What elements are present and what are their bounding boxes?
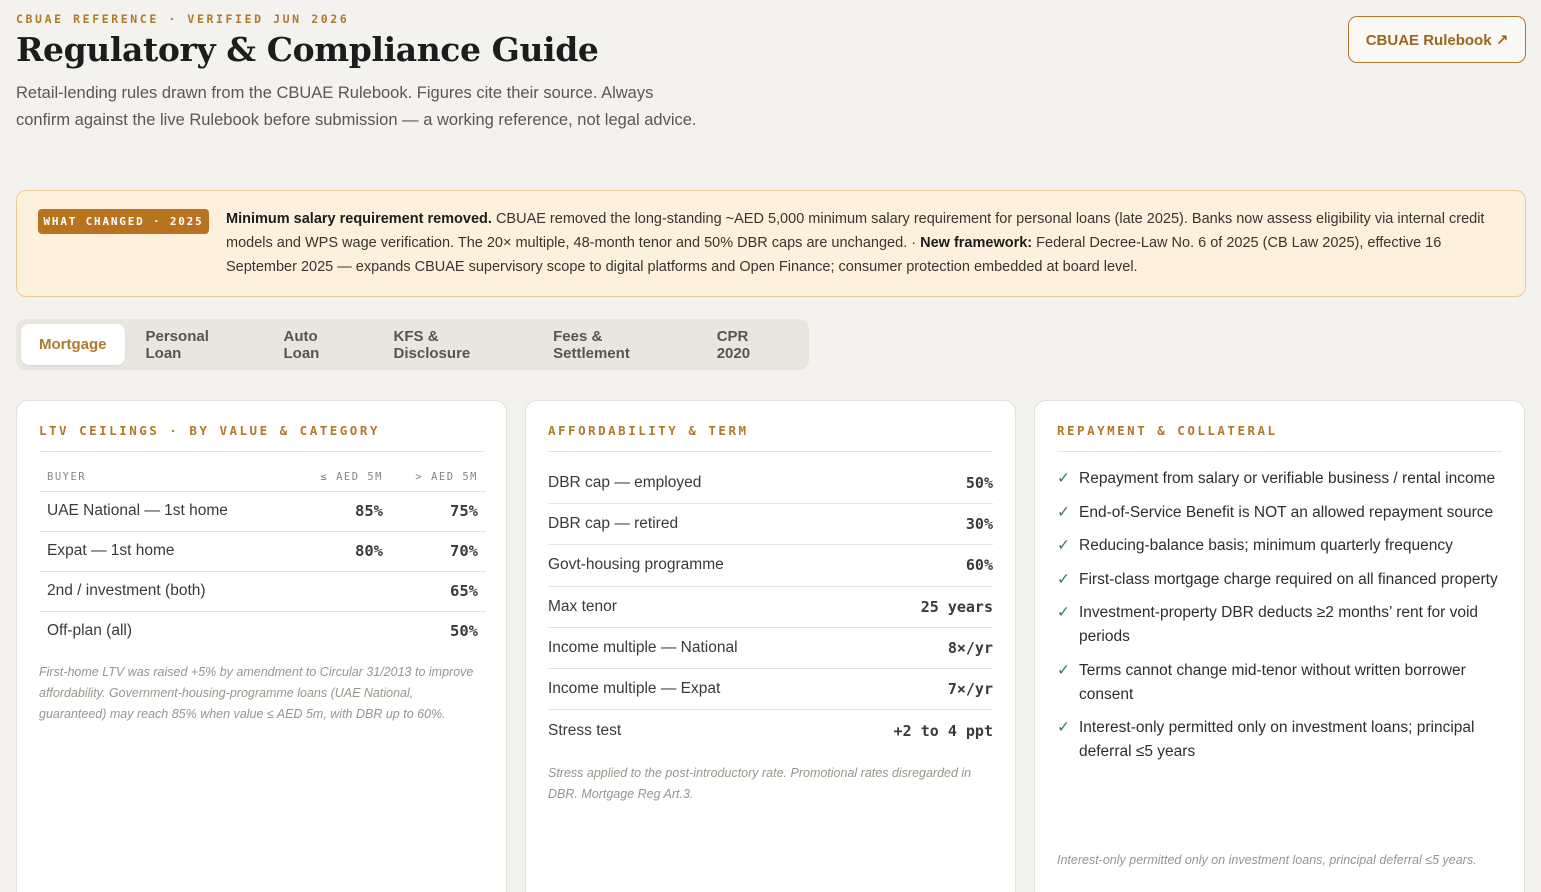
- item-value: 30%: [965, 515, 993, 534]
- banner-lead-framework: New framework:: [920, 235, 1033, 251]
- section-tabs: Mortgage Personal Loan Auto Loan KFS & D…: [16, 319, 809, 370]
- buyer-cell: Off-plan (all): [47, 622, 132, 640]
- item-label: DBR cap — employed: [548, 474, 702, 492]
- ltv-note: First-home LTV was raised +5% by amendme…: [39, 665, 474, 721]
- list-item: DBR cap — retired 30%: [548, 504, 993, 546]
- item-text: Investment-property DBR deducts ≥2 month…: [1079, 604, 1479, 645]
- page-subtitle: Retail-lending rules drawn from the CBUA…: [16, 84, 697, 129]
- list-item: DBR cap — employed 50%: [548, 463, 993, 505]
- item-label: DBR cap — retired: [548, 515, 679, 533]
- tab-cpr-2020[interactable]: CPR 2020: [699, 324, 801, 365]
- list-item: ✓ Repayment from salary or verifiable bu…: [1057, 467, 1502, 491]
- ltv-table: BUYER ≤ AED 5M > AED 5M UAE National — 1…: [39, 463, 486, 651]
- item-value: +2 to 4 ppt: [893, 721, 993, 740]
- table-row: Expat — 1st home 80% 70%: [39, 531, 486, 572]
- item-label: Income multiple — Expat: [548, 680, 721, 698]
- item-text: First-class mortgage charge required on …: [1079, 570, 1498, 588]
- what-changed-badge: WHAT CHANGED · 2025: [38, 209, 209, 234]
- table-row: Off-plan (all) 50%: [39, 611, 486, 651]
- check-icon: ✓: [1057, 661, 1070, 679]
- item-label: Income multiple — National: [548, 638, 738, 656]
- ltv-over-5m: 75%: [391, 491, 486, 532]
- tab-mortgage[interactable]: Mortgage: [21, 324, 125, 365]
- repayment-card: REPAYMENT & COLLATERAL ✓ Repayment from …: [1034, 400, 1525, 892]
- ltv-over-5m: 50%: [450, 622, 478, 641]
- list-item: ✓ Investment-property DBR deducts ≥2 mon…: [1057, 601, 1502, 649]
- tab-personal-loan[interactable]: Personal Loan: [128, 324, 263, 365]
- list-item: ✓ Interest-only permitted only on invest…: [1057, 716, 1502, 764]
- card-divider: [548, 451, 993, 452]
- repayment-card-title: REPAYMENT & COLLATERAL: [1057, 423, 1278, 438]
- tab-auto-loan[interactable]: Auto Loan: [266, 324, 373, 365]
- item-value: 60%: [965, 556, 993, 575]
- affordability-list: DBR cap — employed 50% DBR cap — retired…: [548, 463, 993, 751]
- header-buyer: BUYER: [39, 463, 281, 492]
- item-label: Govt-housing programme: [548, 556, 724, 574]
- tab-kfs-disclosure[interactable]: KFS & Disclosure: [376, 324, 533, 365]
- buyer-cell: Expat — 1st home: [39, 531, 281, 572]
- check-icon: ✓: [1057, 719, 1070, 736]
- list-item: ✓ Reducing-balance basis; minimum quarte…: [1057, 534, 1502, 558]
- table-header-row: BUYER ≤ AED 5M > AED 5M: [39, 463, 486, 492]
- card-divider: [1057, 451, 1502, 452]
- ltv-over-5m: 70%: [391, 531, 486, 572]
- table-row: UAE National — 1st home 85% 75%: [39, 491, 486, 532]
- check-icon: ✓: [1057, 503, 1070, 521]
- banner-lead-salary: Minimum salary requirement removed.: [226, 211, 492, 227]
- banner-text: Minimum salary requirement removed. CBUA…: [226, 207, 1511, 279]
- card-divider: [39, 451, 484, 452]
- check-icon: ✓: [1057, 604, 1070, 621]
- affordability-note: Stress applied to the post-introductory …: [548, 766, 972, 801]
- item-value: 8×/yr: [947, 638, 993, 657]
- list-item: Income multiple — Expat 7×/yr: [548, 669, 993, 711]
- list-item: ✓ Terms cannot change mid-tenor without …: [1057, 659, 1502, 707]
- repayment-note: Interest-only permitted only on investme…: [1057, 853, 1477, 867]
- page-eyebrow: CBUAE REFERENCE · VERIFIED JUN 2026: [16, 12, 350, 26]
- item-label: Stress test: [548, 721, 622, 739]
- header-over-5m: > AED 5M: [391, 463, 486, 492]
- header-up-to-5m: ≤ AED 5M: [281, 463, 391, 492]
- ltv-up-to-5m: 80%: [281, 531, 391, 572]
- repayment-list: ✓ Repayment from salary or verifiable bu…: [1057, 467, 1502, 774]
- ltv-over-5m: 65%: [391, 571, 486, 612]
- list-item: Income multiple — National 8×/yr: [548, 628, 993, 669]
- item-text: Repayment from salary or verifiable busi…: [1079, 470, 1496, 487]
- check-icon: ✓: [1057, 570, 1070, 588]
- item-text: Terms cannot change mid-tenor without wr…: [1079, 661, 1466, 703]
- list-item: ✓ First-class mortgage charge required o…: [1057, 568, 1502, 592]
- ltv-up-to-5m: 85%: [281, 491, 391, 532]
- affordability-card-title: AFFORDABILITY & TERM: [548, 423, 749, 438]
- item-text: End-of-Service Benefit is NOT an allowed…: [1079, 503, 1494, 521]
- item-value: 7×/yr: [947, 680, 993, 699]
- affordability-card: AFFORDABILITY & TERM DBR cap — employed …: [525, 400, 1016, 892]
- item-value: 25 years: [920, 597, 993, 616]
- item-label: Max tenor: [548, 597, 617, 615]
- what-changed-banner: WHAT CHANGED · 2025 Minimum salary requi…: [16, 190, 1526, 297]
- buyer-cell: 2nd / investment (both): [39, 571, 281, 612]
- cbuae-rulebook-button[interactable]: CBUAE Rulebook ↗: [1348, 16, 1526, 63]
- ltv-up-to-5m: [281, 571, 391, 612]
- ltv-card-title: LTV CEILINGS · BY VALUE & CATEGORY: [39, 423, 380, 438]
- list-item: Max tenor 25 years: [548, 587, 993, 628]
- table-row: 2nd / investment (both) 65%: [39, 571, 486, 612]
- buyer-cell: UAE National — 1st home: [39, 491, 281, 532]
- ltv-up-to-5m: [281, 611, 391, 651]
- item-text: Reducing-balance basis; minimum quarterl…: [1079, 537, 1453, 554]
- check-icon: ✓: [1057, 537, 1070, 554]
- item-text: Interest-only permitted only on investme…: [1079, 719, 1475, 760]
- page-title: Regulatory & Compliance Guide: [16, 30, 599, 69]
- tab-fees-settlement[interactable]: Fees & Settlement: [535, 324, 696, 365]
- list-item: Stress test +2 to 4 ppt: [548, 710, 993, 751]
- list-item: ✓ End-of-Service Benefit is NOT an allow…: [1057, 501, 1502, 525]
- check-icon: ✓: [1057, 470, 1070, 487]
- ltv-card: LTV CEILINGS · BY VALUE & CATEGORY BUYER…: [16, 400, 507, 892]
- banner-separator: ·: [907, 235, 921, 251]
- item-value: 50%: [965, 474, 993, 493]
- list-item: Govt-housing programme 60%: [548, 545, 993, 587]
